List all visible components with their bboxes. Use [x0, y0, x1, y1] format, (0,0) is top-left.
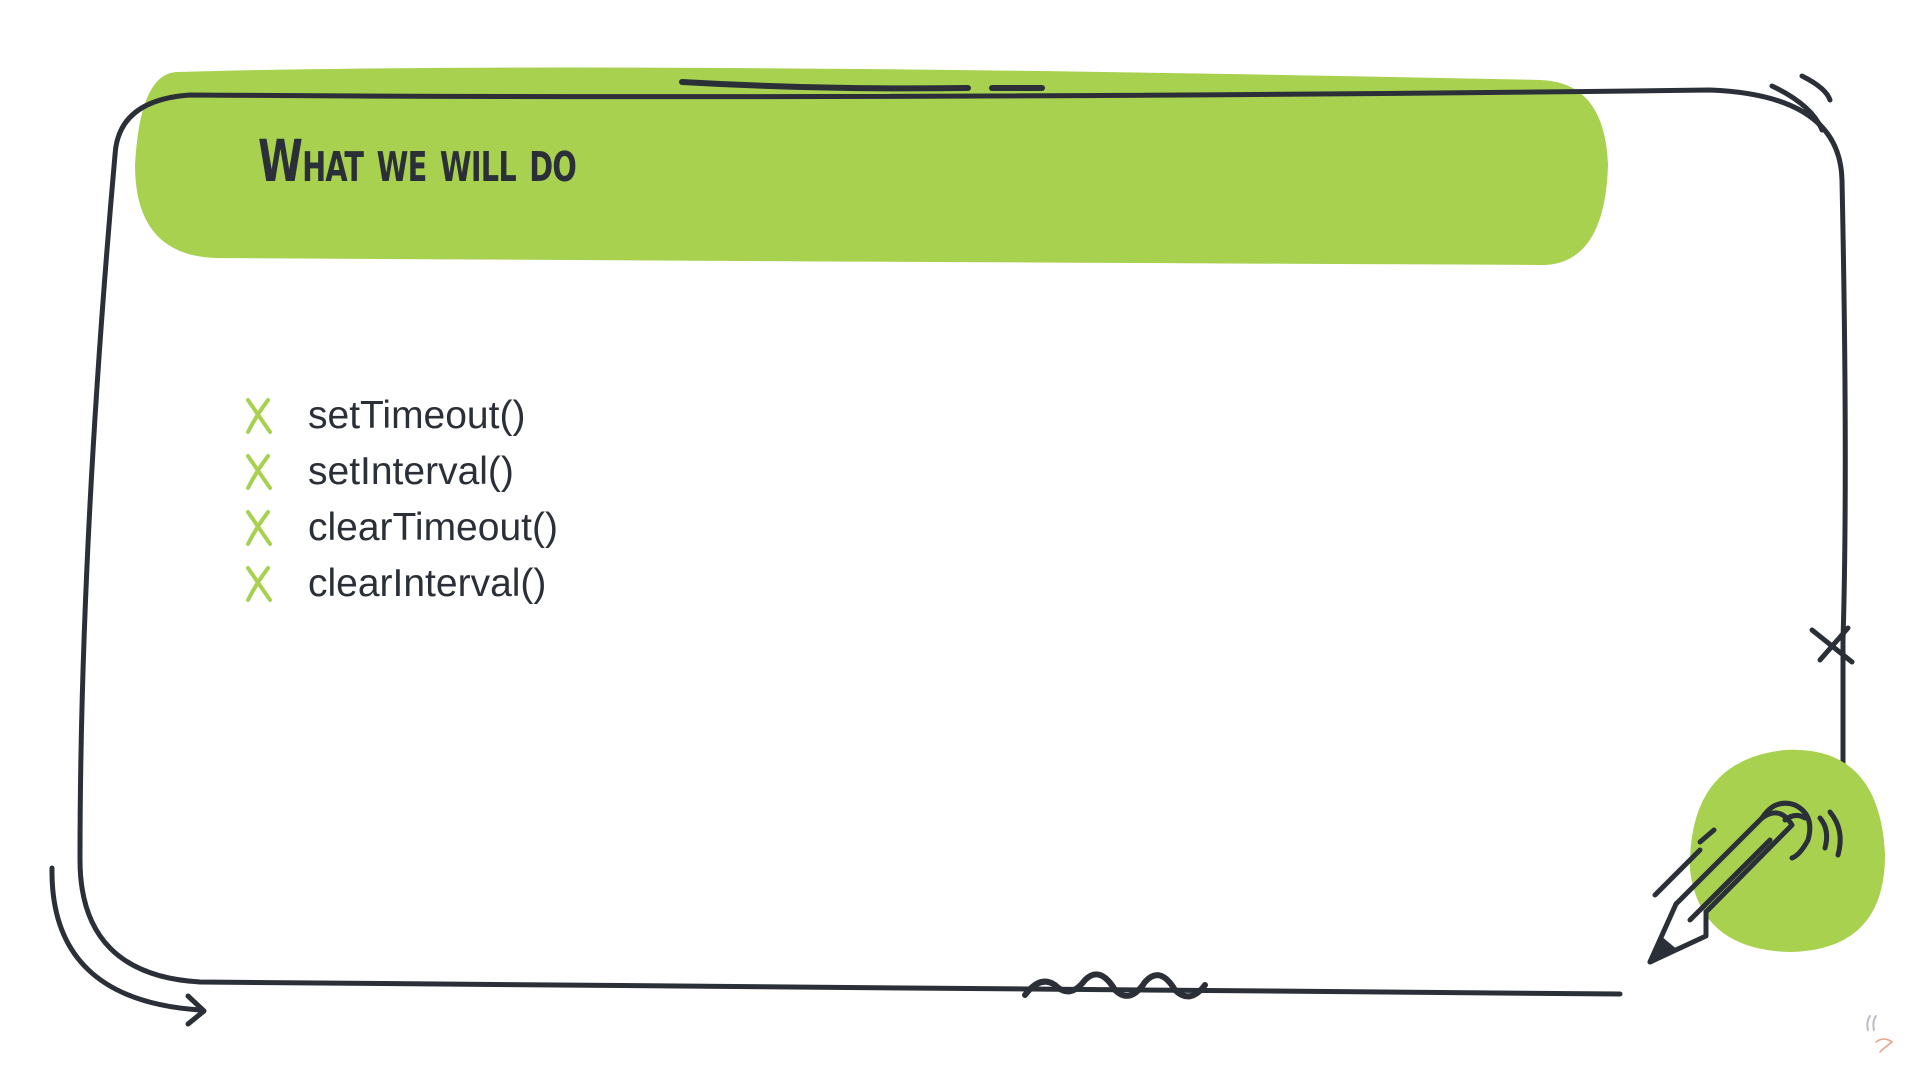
- list-item-label: setInterval(): [308, 450, 514, 493]
- top-stroke-long: [679, 79, 971, 92]
- list-item-label: clearTimeout(): [308, 506, 558, 549]
- slide: What we will do setTimeout() setInterval…: [0, 0, 1920, 1080]
- corner-lines: [1769, 73, 1833, 133]
- pencil-blob: [1689, 749, 1885, 952]
- list-item: setInterval(): [240, 444, 558, 500]
- cross-mark-icon: [1809, 625, 1855, 665]
- squiggle: [1022, 971, 1208, 1000]
- list-item: setTimeout(): [240, 388, 558, 444]
- topic-list: setTimeout() setInterval() clearTimeout(…: [240, 388, 558, 612]
- curved-arrow-head: [185, 993, 207, 1027]
- list-item-label: clearInterval(): [308, 562, 547, 605]
- list-item: clearInterval(): [240, 556, 558, 612]
- watermark-logo: [1866, 1015, 1894, 1053]
- list-item-label: setTimeout(): [308, 394, 526, 437]
- x-mark-icon: [240, 562, 278, 606]
- slide-title: What we will do: [258, 127, 577, 195]
- x-mark-icon: [240, 506, 278, 550]
- x-mark-icon: [240, 450, 278, 494]
- pencil-icon: [1647, 800, 1843, 965]
- x-mark-icon: [240, 394, 278, 438]
- list-item: clearTimeout(): [240, 500, 558, 556]
- curved-arrow: [49, 865, 203, 1013]
